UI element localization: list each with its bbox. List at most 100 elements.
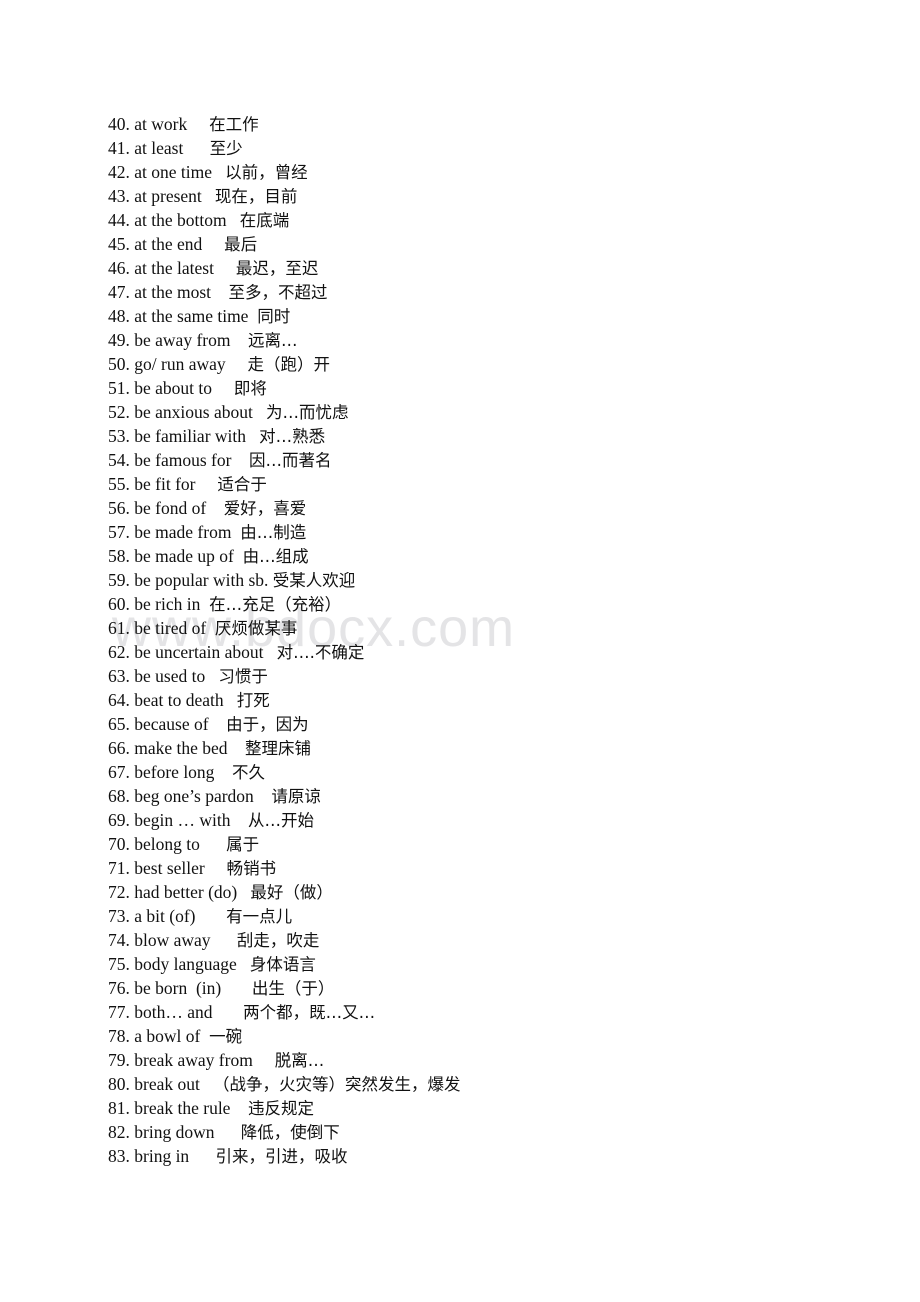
entry-chinese-gloss: 身体语言 bbox=[249, 955, 316, 974]
entry-chinese-gloss: 至少 bbox=[209, 139, 243, 158]
entry-chinese-gloss: 即将 bbox=[233, 379, 267, 398]
vocabulary-entry: 76. be born (in) 出生（于） bbox=[108, 976, 848, 1000]
entry-chinese-gloss: 打死 bbox=[236, 691, 270, 710]
entry-english-phrase: bring down bbox=[134, 1122, 215, 1142]
entry-number: 73. bbox=[108, 906, 130, 926]
entry-chinese-gloss: 违反规定 bbox=[247, 1099, 314, 1118]
entry-number: 68. bbox=[108, 786, 130, 806]
entry-english-phrase: be fond of bbox=[134, 498, 207, 518]
vocabulary-entry: 51. be about to 即将 bbox=[108, 376, 848, 400]
entry-number: 41. bbox=[108, 138, 130, 158]
entry-english-phrase: go/ run away bbox=[134, 354, 226, 374]
entry-number: 72. bbox=[108, 882, 130, 902]
entry-chinese-gloss: 请原谅 bbox=[271, 787, 321, 806]
entry-gap bbox=[214, 762, 232, 782]
entry-chinese-gloss: 厌烦做某事 bbox=[214, 619, 298, 638]
entry-chinese-gloss: 受某人欢迎 bbox=[272, 571, 356, 590]
entry-english-phrase: be made from bbox=[134, 522, 232, 542]
entry-gap bbox=[224, 690, 237, 710]
entry-number: 77. bbox=[108, 1002, 130, 1022]
entry-gap bbox=[200, 1074, 213, 1094]
entry-english-phrase: at the bottom bbox=[134, 210, 227, 230]
entry-gap bbox=[200, 834, 226, 854]
entry-number: 46. bbox=[108, 258, 130, 278]
entry-gap bbox=[253, 1050, 275, 1070]
entry-number: 65. bbox=[108, 714, 130, 734]
entry-english-phrase: had better (do) bbox=[134, 882, 238, 902]
entry-chinese-gloss: 整理床铺 bbox=[245, 739, 312, 758]
entry-english-phrase: before long bbox=[134, 762, 215, 782]
entry-number: 76. bbox=[108, 978, 130, 998]
vocabulary-entry: 83. bring in 引来，引进，吸收 bbox=[108, 1144, 848, 1168]
vocabulary-entry: 70. belong to 属于 bbox=[108, 832, 848, 856]
entry-number: 74. bbox=[108, 930, 130, 950]
entry-number: 50. bbox=[108, 354, 130, 374]
entry-english-phrase: be away from bbox=[134, 330, 231, 350]
entry-english-phrase: be fit for bbox=[134, 474, 196, 494]
vocabulary-entry: 49. be away from 远离… bbox=[108, 328, 848, 352]
entry-number: 64. bbox=[108, 690, 130, 710]
entry-number: 60. bbox=[108, 594, 130, 614]
entry-gap bbox=[206, 618, 215, 638]
entry-number: 54. bbox=[108, 450, 130, 470]
entry-chinese-gloss: 对…熟悉 bbox=[259, 427, 326, 446]
entry-english-phrase: at the most bbox=[134, 282, 212, 302]
entry-chinese-gloss: 降低，使倒下 bbox=[240, 1123, 340, 1142]
entry-english-phrase: be rich in bbox=[134, 594, 201, 614]
entry-chinese-gloss: 有一点儿 bbox=[226, 907, 293, 926]
vocabulary-entry: 58. be made up of 由…组成 bbox=[108, 544, 848, 568]
entry-chinese-gloss: 现在，目前 bbox=[214, 187, 298, 206]
entry-gap bbox=[189, 1146, 215, 1166]
entry-chinese-gloss: 远离… bbox=[247, 331, 298, 350]
entry-number: 78. bbox=[108, 1026, 130, 1046]
vocabulary-entry: 59. be popular with sb. 受某人欢迎 bbox=[108, 568, 848, 592]
entry-gap bbox=[183, 138, 209, 158]
entry-number: 83. bbox=[108, 1146, 130, 1166]
vocabulary-entry: 75. body language 身体语言 bbox=[108, 952, 848, 976]
entry-gap bbox=[195, 906, 226, 926]
entry-english-phrase: break away from bbox=[134, 1050, 253, 1070]
entry-gap bbox=[264, 642, 277, 662]
entry-gap bbox=[211, 282, 229, 302]
entry-number: 59. bbox=[108, 570, 130, 590]
entry-chinese-gloss: 刮走，吹走 bbox=[236, 931, 320, 950]
entry-number: 56. bbox=[108, 498, 130, 518]
entry-gap bbox=[231, 522, 240, 542]
entry-gap bbox=[248, 306, 257, 326]
vocabulary-entry: 54. be famous for 因…而著名 bbox=[108, 448, 848, 472]
document-page: www.bdocx.com 40. at work 在工作 41. at leas… bbox=[0, 0, 920, 1302]
entry-english-phrase: be popular with sb. bbox=[134, 570, 269, 590]
entry-gap bbox=[221, 978, 252, 998]
vocabulary-entry: 53. be familiar with 对…熟悉 bbox=[108, 424, 848, 448]
entry-gap bbox=[231, 450, 249, 470]
vocabulary-entry: 57. be made from 由…制造 bbox=[108, 520, 848, 544]
vocabulary-entry: 77. both… and 两个都，既…又… bbox=[108, 1000, 848, 1024]
entry-gap bbox=[228, 738, 246, 758]
entry-gap bbox=[212, 378, 234, 398]
entry-gap bbox=[209, 714, 227, 734]
entry-chinese-gloss: 最后 bbox=[224, 235, 258, 254]
entry-gap bbox=[187, 114, 209, 134]
entry-number: 55. bbox=[108, 474, 130, 494]
entry-english-phrase: bring in bbox=[134, 1146, 190, 1166]
entry-english-phrase: be made up of bbox=[134, 546, 234, 566]
vocabulary-entry: 64. beat to death 打死 bbox=[108, 688, 848, 712]
entry-chinese-gloss: 适合于 bbox=[217, 475, 267, 494]
entry-chinese-gloss: 在…充足（充裕） bbox=[209, 595, 342, 614]
entry-gap bbox=[231, 810, 249, 830]
entry-chinese-gloss: 至多，不超过 bbox=[228, 283, 328, 302]
entry-english-phrase: blow away bbox=[134, 930, 211, 950]
entry-number: 70. bbox=[108, 834, 130, 854]
entry-english-phrase: at one time bbox=[134, 162, 213, 182]
entry-chinese-gloss: 引来，引进，吸收 bbox=[215, 1147, 348, 1166]
entry-gap bbox=[200, 594, 209, 614]
entry-english-phrase: be used to bbox=[134, 666, 206, 686]
entry-english-phrase: be familiar with bbox=[134, 426, 247, 446]
vocabulary-entry: 47. at the most 至多，不超过 bbox=[108, 280, 848, 304]
entry-english-phrase: a bowl of bbox=[134, 1026, 201, 1046]
entry-chinese-gloss: 出生（于） bbox=[251, 979, 335, 998]
vocabulary-entry: 56. be fond of 爱好，喜爱 bbox=[108, 496, 848, 520]
entry-gap bbox=[213, 1002, 244, 1022]
entry-number: 69. bbox=[108, 810, 130, 830]
entry-number: 71. bbox=[108, 858, 130, 878]
